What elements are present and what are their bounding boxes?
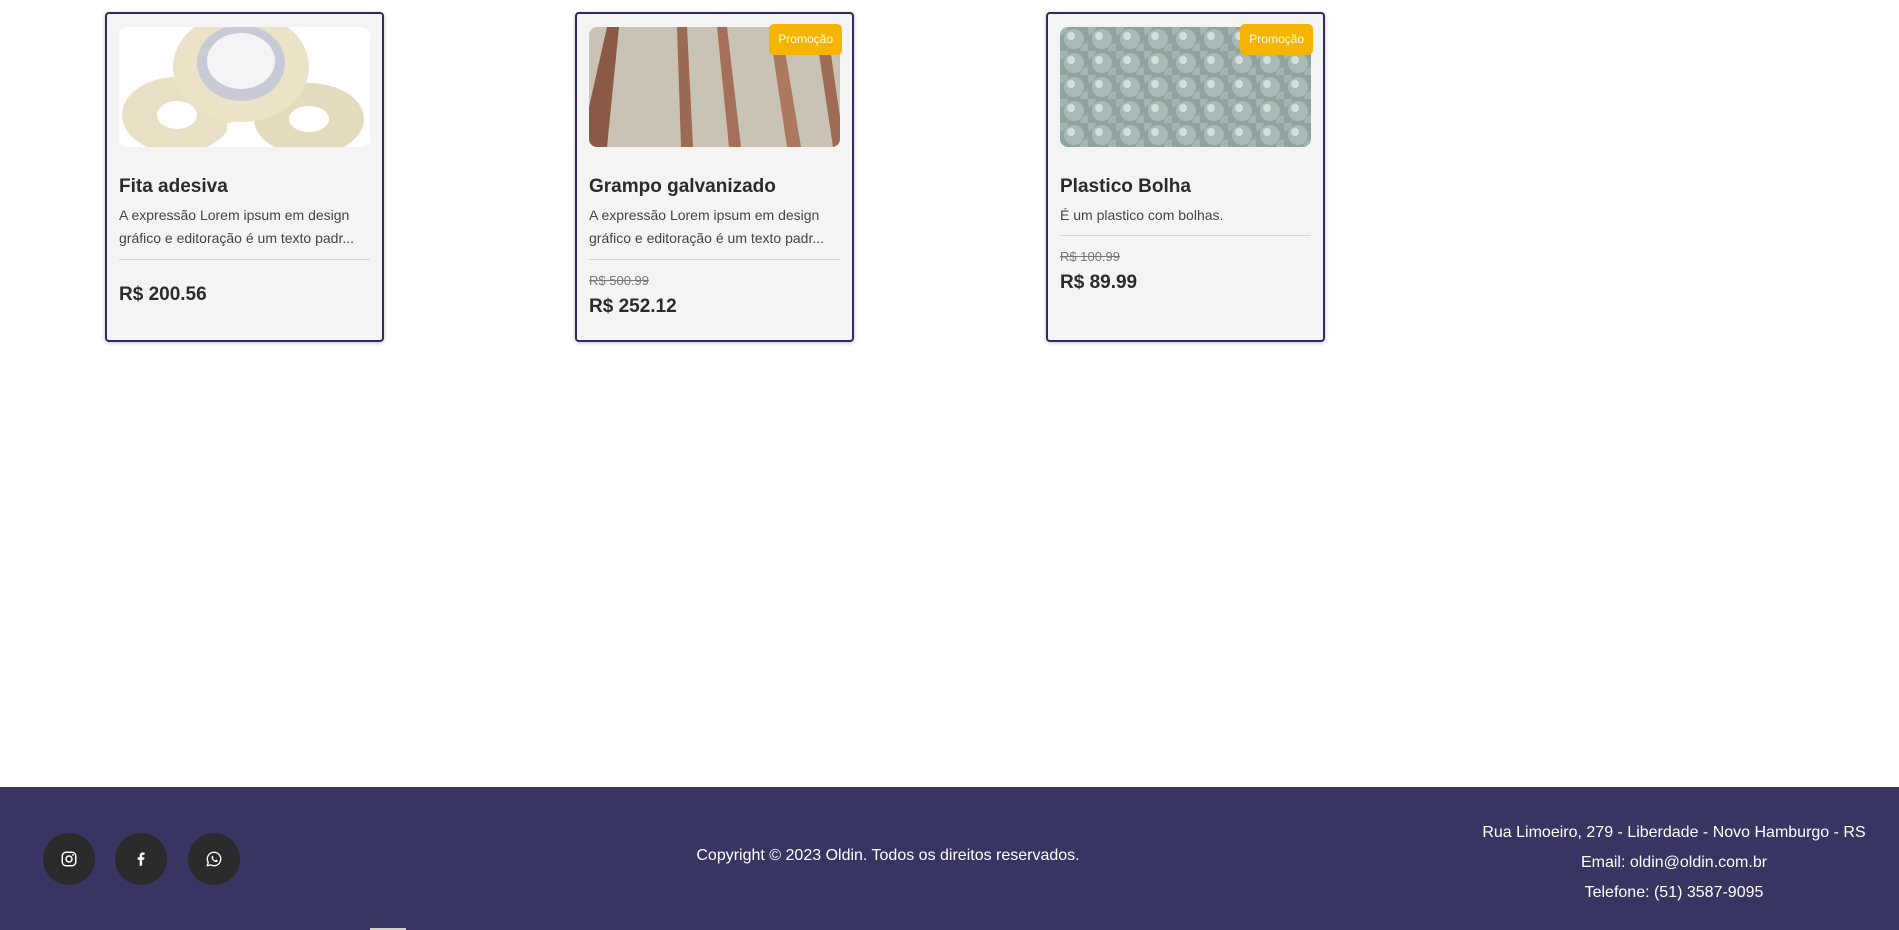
product-card[interactable]: Promoção Plastico Bolha É um plastico co… [1046,12,1325,342]
product-title[interactable]: Fita adesiva [119,176,370,198]
product-description: É um plastico com bolhas. [1060,207,1224,223]
product-description: A expressão Lorem ipsum em design gráfic… [119,207,355,246]
product-old-price: R$ 100.99 [1060,249,1120,264]
product-card[interactable]: Fita adesiva A expressão Lorem ipsum em … [105,12,384,342]
product-grid: Fita adesiva A expressão Lorem ipsum em … [0,0,1899,787]
address-text: Rua Limoeiro, 279 - Liberdade - Novo Ham… [1482,824,1866,841]
email-link[interactable]: Email: oldin@oldin.com.br [1464,848,1884,878]
promo-badge: Promoção [1240,24,1313,55]
site-footer: Copyright © 2023 Oldin. Todos os direito… [0,787,1899,930]
product-title[interactable]: Plastico Bolha [1060,176,1311,198]
phone-text: Telefone: (51) 3587-9095 [1584,884,1764,901]
product-price: R$ 89.99 [1060,272,1138,293]
divider [119,259,370,260]
divider [589,259,840,260]
divider [1060,235,1311,236]
product-price: R$ 252.12 [589,296,677,317]
product-image-tape[interactable] [119,27,370,147]
product-old-price: R$ 500.99 [589,273,649,288]
promo-badge: Promoção [769,24,842,55]
product-title[interactable]: Grampo galvanizado [589,176,840,198]
contact-info: Rua Limoeiro, 279 - Liberdade - Novo Ham… [1464,818,1884,908]
product-price: R$ 200.56 [119,284,207,305]
product-card[interactable]: Promoção Grampo galvanizado A expressão … [575,12,854,342]
product-description: A expressão Lorem ipsum em design gráfic… [589,207,825,246]
